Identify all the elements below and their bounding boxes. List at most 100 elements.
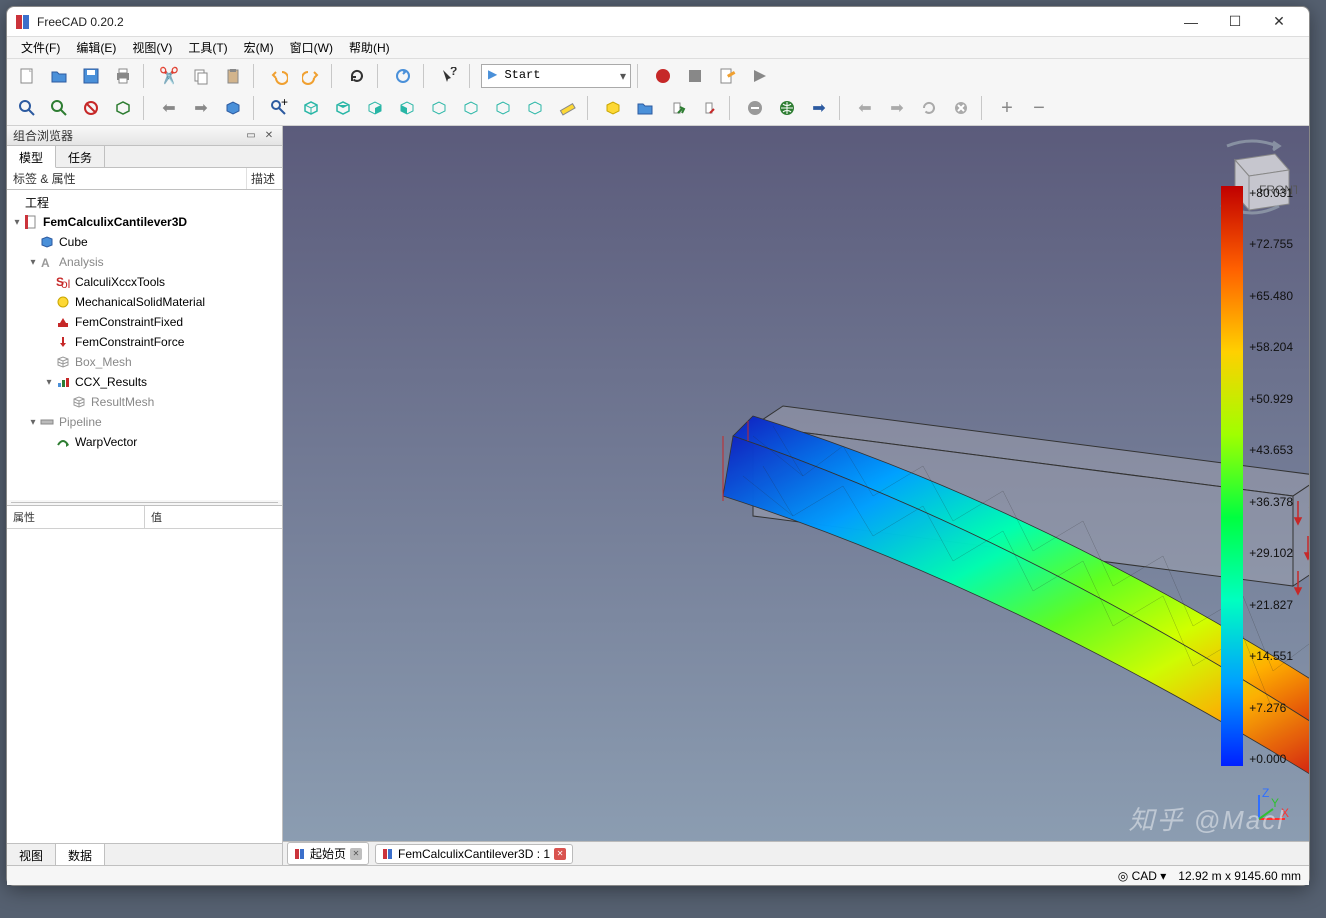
fit-selection-button[interactable]: [45, 94, 73, 122]
isometric-button[interactable]: +: [265, 94, 293, 122]
tree-item[interactable]: FemConstraintFixed: [7, 312, 282, 332]
stop-loading-button[interactable]: [741, 94, 769, 122]
top-view-button[interactable]: [329, 94, 357, 122]
workbench-selector[interactable]: ▶ Start: [481, 64, 631, 88]
legend-gradient-icon: [1221, 186, 1243, 766]
tab-model[interactable]: 模型: [7, 146, 56, 168]
copy-button[interactable]: [187, 62, 215, 90]
rotate-left-button[interactable]: [489, 94, 517, 122]
legend-tick: +21.827: [1249, 598, 1293, 612]
property-grid: [7, 529, 282, 843]
rear-view-button[interactable]: [393, 94, 421, 122]
refresh2-button[interactable]: [389, 62, 417, 90]
tab-view[interactable]: 视图: [7, 844, 56, 865]
menu-tools[interactable]: 工具(T): [180, 37, 235, 58]
rotate-right-button[interactable]: [521, 94, 549, 122]
refresh-button[interactable]: [343, 62, 371, 90]
cut-button[interactable]: ✂️: [155, 62, 183, 90]
color-legend: +80.031+72.755+65.480+58.204+50.929+43.6…: [1221, 186, 1293, 766]
forward-button[interactable]: ➡: [187, 94, 215, 122]
tree-item[interactable]: FemConstraintForce: [7, 332, 282, 352]
svg-text:Y: Y: [1271, 796, 1279, 810]
constraint-force-icon: [55, 334, 71, 350]
tree-item[interactable]: ▾CCX_Results: [7, 372, 282, 392]
material-icon: [55, 294, 71, 310]
doc-tab-start[interactable]: 起始页 ✕: [287, 842, 369, 865]
part-button[interactable]: [599, 94, 627, 122]
front-view-button[interactable]: [297, 94, 325, 122]
menu-macro[interactable]: 宏(M): [236, 37, 282, 58]
app-logo-icon: [15, 14, 31, 30]
fit-all-button[interactable]: [13, 94, 41, 122]
close-button[interactable]: ✕: [1257, 8, 1301, 36]
tree-item[interactable]: ResultMesh: [7, 392, 282, 412]
close-icon[interactable]: ✕: [350, 848, 362, 860]
tree-item[interactable]: SolvCalculiXccxTools: [7, 272, 282, 292]
tree-item[interactable]: Cube: [7, 232, 282, 252]
left-view-button[interactable]: [457, 94, 485, 122]
macro-record-button[interactable]: [649, 62, 677, 90]
paste-button[interactable]: [219, 62, 247, 90]
minimize-button[interactable]: —: [1169, 8, 1213, 36]
draw-style-button[interactable]: [77, 94, 105, 122]
panel-undock-button[interactable]: ▭: [244, 129, 258, 143]
doc-tab-document[interactable]: FemCalculixCantilever3D : 1 ✕: [375, 844, 573, 864]
close-icon[interactable]: ✕: [554, 848, 566, 860]
legend-tick: +72.755: [1249, 237, 1293, 251]
tree-item[interactable]: ▾AAnalysis: [7, 252, 282, 272]
panel-close-button[interactable]: ✕: [262, 129, 276, 143]
tab-data[interactable]: 数据: [56, 844, 105, 865]
zoom-in-button[interactable]: +: [993, 94, 1021, 122]
nav-stop-button[interactable]: [947, 94, 975, 122]
cube-blue-icon: [39, 234, 55, 250]
bottom-view-button[interactable]: [425, 94, 453, 122]
tree-item[interactable]: WarpVector: [7, 432, 282, 452]
menu-file[interactable]: 文件(F): [13, 37, 68, 58]
link-make-button[interactable]: [663, 94, 691, 122]
link-actions-button[interactable]: [219, 94, 247, 122]
macro-edit-button[interactable]: [713, 62, 741, 90]
print-button[interactable]: [109, 62, 137, 90]
zoom-out-button[interactable]: −: [1025, 94, 1053, 122]
constraint-fixed-icon: [55, 314, 71, 330]
prop-header-name: 属性: [7, 506, 144, 528]
3d-viewport[interactable]: FRONT +80.031+72.755+65.480+58.204+50.92…: [283, 126, 1309, 865]
macro-stop-button[interactable]: [681, 62, 709, 90]
menu-window[interactable]: 窗口(W): [282, 37, 341, 58]
svg-text:olv: olv: [61, 277, 70, 289]
nav-reload-button[interactable]: [915, 94, 943, 122]
tab-tasks[interactable]: 任务: [56, 146, 105, 167]
new-file-button[interactable]: [13, 62, 41, 90]
group-button[interactable]: [631, 94, 659, 122]
undo-button[interactable]: [265, 62, 293, 90]
legend-tick: +43.653: [1249, 443, 1293, 457]
tree-item[interactable]: MechanicalSolidMaterial: [7, 292, 282, 312]
model-tree[interactable]: 工程 ▾FemCalculixCantilever3DCube▾AAnalysi…: [7, 190, 282, 500]
whatsthis-button[interactable]: ?: [435, 62, 463, 90]
back-button[interactable]: ⬅: [155, 94, 183, 122]
maximize-button[interactable]: ☐: [1213, 8, 1257, 36]
right-view-button[interactable]: [361, 94, 389, 122]
menu-edit[interactable]: 编辑(E): [68, 37, 124, 58]
open-file-button[interactable]: [45, 62, 73, 90]
macro-play-button[interactable]: [745, 62, 773, 90]
save-button[interactable]: [77, 62, 105, 90]
browser-button[interactable]: [773, 94, 801, 122]
panel-title: 组合浏览器 ▭ ✕: [7, 126, 282, 146]
tree-root[interactable]: 工程: [7, 192, 282, 212]
nav-forward2-button[interactable]: ➡: [883, 94, 911, 122]
bounding-box-button[interactable]: [109, 94, 137, 122]
menu-view[interactable]: 视图(V): [124, 37, 180, 58]
redo-button[interactable]: [297, 62, 325, 90]
tree-item[interactable]: Box_Mesh: [7, 352, 282, 372]
mesh-icon: [71, 394, 87, 410]
measure-button[interactable]: [553, 94, 581, 122]
tree-item[interactable]: ▾Pipeline: [7, 412, 282, 432]
tree-item[interactable]: ▾FemCalculixCantilever3D: [7, 212, 282, 232]
nav-forward-button[interactable]: ➡: [805, 94, 833, 122]
menu-help[interactable]: 帮助(H): [341, 37, 398, 58]
dimensions-readout: 12.92 m x 9145.60 mm: [1178, 869, 1301, 883]
link-make-relative-button[interactable]: [695, 94, 723, 122]
nav-style-indicator[interactable]: ◎ CAD ▾: [1118, 869, 1167, 883]
nav-back2-button[interactable]: ⬅: [851, 94, 879, 122]
